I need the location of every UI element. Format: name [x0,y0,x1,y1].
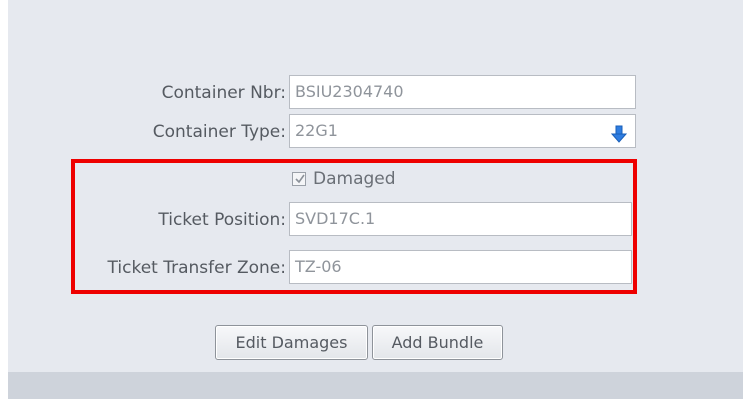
arrow-down-icon[interactable] [610,122,628,143]
container-type-label: Container Type: [152,122,286,142]
edit-damages-button[interactable]: Edit Damages [215,325,368,360]
highlight-box [71,159,637,294]
container-type-select[interactable]: 22G1 [289,114,636,148]
container-nbr-field[interactable]: BSIU2304740 [289,75,636,109]
footer-strip [8,372,743,399]
add-bundle-button[interactable]: Add Bundle [372,325,503,360]
container-nbr-label: Container Nbr: [161,83,286,103]
container-type-value: 22G1 [295,121,338,140]
